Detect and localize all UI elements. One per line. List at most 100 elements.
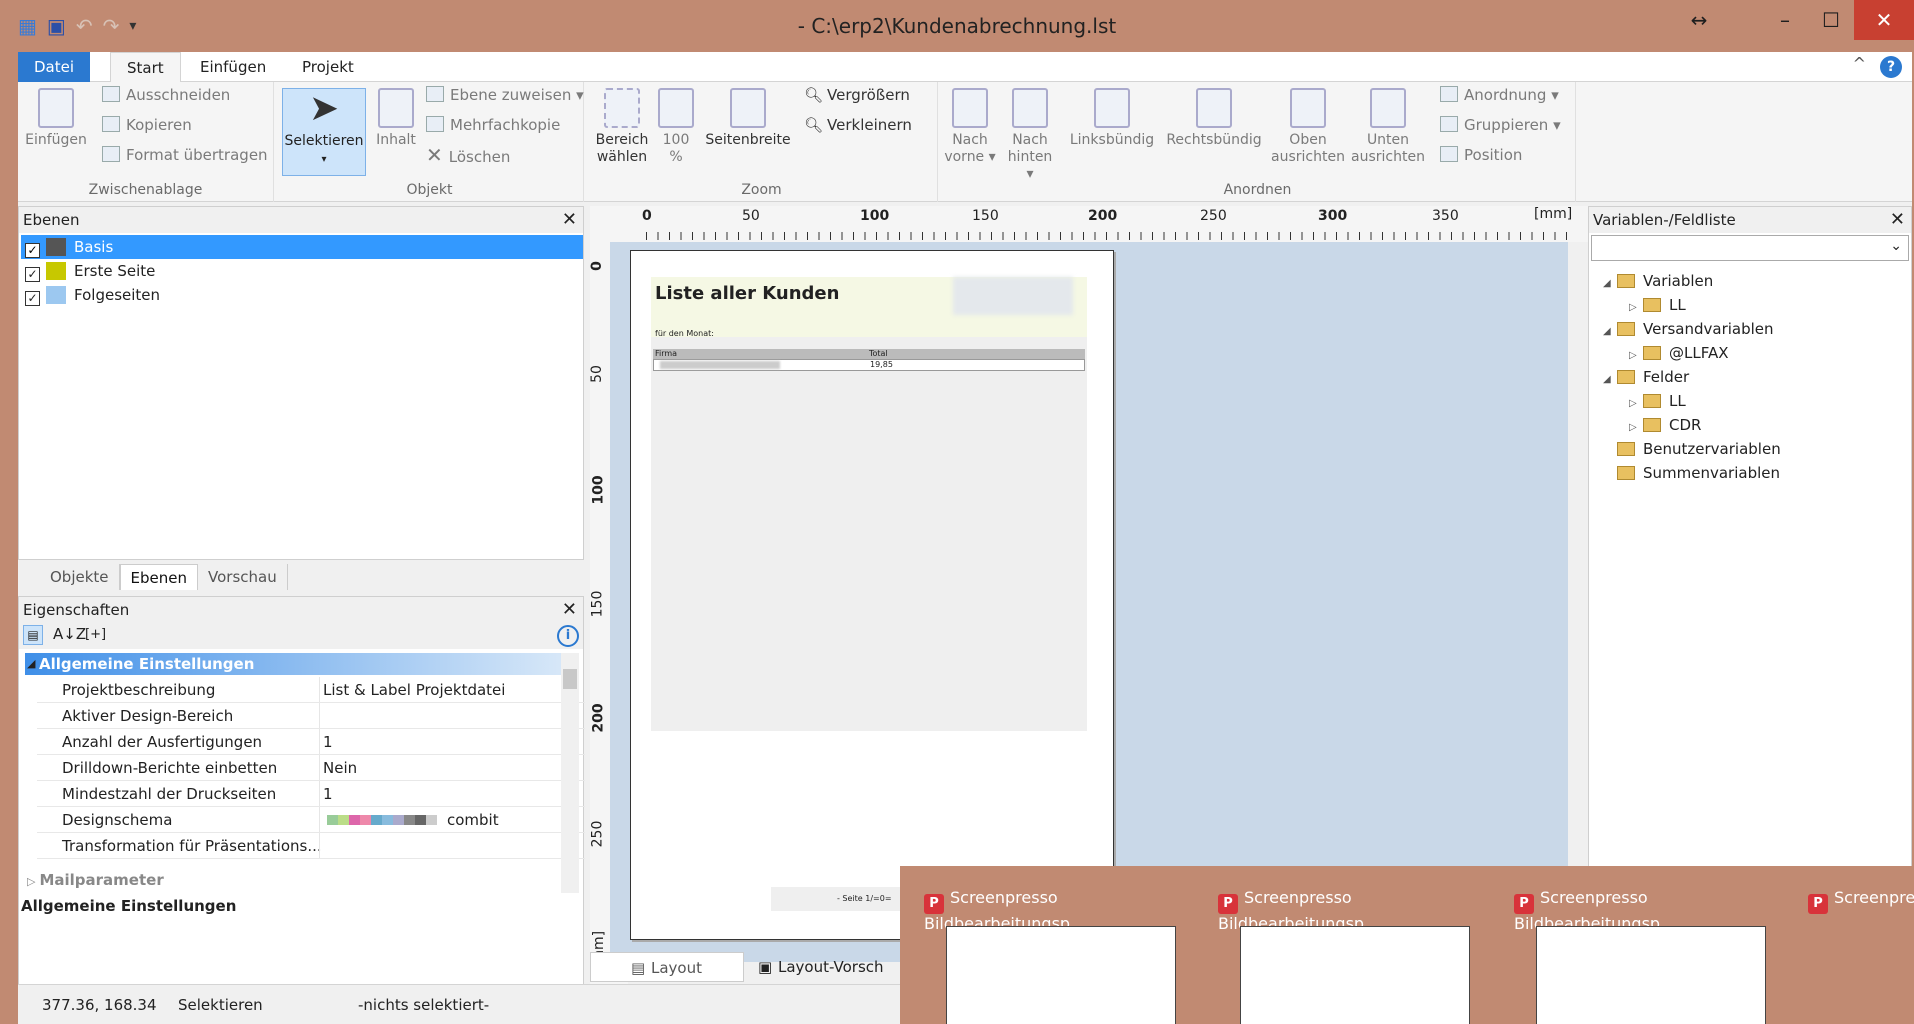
layer-item-erste-seite[interactable]: ✓ Erste Seite bbox=[21, 259, 583, 283]
position-button[interactable]: Position bbox=[1440, 142, 1522, 168]
zoom-100-button[interactable]: 100% bbox=[656, 88, 696, 166]
info-icon[interactable]: i bbox=[557, 625, 579, 647]
folder-icon bbox=[1643, 394, 1661, 408]
title-bar: ▦ ▣ ↶ ↷ ▾ - C:\erp2\Kundenabrechnung.lst… bbox=[0, 0, 1914, 52]
property-row[interactable]: Designschema combit bbox=[37, 807, 585, 833]
layer-color-swatch bbox=[46, 286, 66, 304]
close-panel-icon[interactable]: ✕ bbox=[1890, 207, 1905, 233]
layers-panel-header: Ebenen ✕ bbox=[19, 207, 583, 233]
tree-node[interactable]: Benutzervariablen bbox=[1603, 437, 1781, 461]
group-label-zoom: Zoom bbox=[741, 182, 782, 198]
report-page[interactable]: Liste aller Kunden für den Monat: Firma T… bbox=[630, 250, 1114, 940]
tree-node[interactable]: Summenvariablen bbox=[1603, 461, 1780, 485]
assign-layer-button[interactable]: Ebene zuweisen ▾ bbox=[426, 82, 584, 108]
tree-node[interactable]: ▷ LL bbox=[1629, 293, 1686, 317]
tab-objekte[interactable]: Objekte bbox=[40, 564, 120, 590]
taskbar-thumb[interactable]: P Screenpresso Bildbearbeitungsp... bbox=[1218, 888, 1498, 1024]
property-value: List & Label Projektdatei bbox=[323, 681, 506, 699]
checkbox[interactable]: ✓ bbox=[25, 267, 40, 282]
mailparameter-section[interactable]: ▷ Mailparameter bbox=[27, 871, 164, 889]
page-width-button[interactable]: Seitenbreite bbox=[700, 88, 796, 149]
position-icon bbox=[1440, 146, 1458, 162]
layer-color-swatch bbox=[46, 262, 66, 280]
paste-button[interactable]: Einfügen bbox=[24, 88, 88, 149]
status-mode: Selektieren bbox=[178, 996, 263, 1014]
select-area-button[interactable]: Bereich wählen bbox=[592, 88, 652, 166]
tab-einfuegen[interactable]: Einfügen bbox=[184, 52, 282, 82]
folder-icon bbox=[1617, 274, 1635, 288]
tree-node[interactable]: ▷ CDR bbox=[1629, 413, 1701, 437]
ruler-ticks bbox=[646, 232, 1576, 240]
taskbar-preview-popup: P Screenpresso Bildbearbeitungsp... P Scre… bbox=[900, 866, 1914, 1024]
align-left-button[interactable]: Linksbündig bbox=[1062, 88, 1162, 149]
tree-node[interactable]: ◢ Felder bbox=[1603, 365, 1689, 389]
format-painter-button[interactable]: Format übertragen bbox=[102, 142, 268, 168]
categorized-view-icon[interactable]: ▤ bbox=[23, 625, 43, 645]
layer-item-folgeseiten[interactable]: ✓ Folgeseiten bbox=[21, 283, 583, 307]
collapse-ribbon-icon[interactable]: ^ bbox=[1853, 54, 1866, 73]
thumbnail-image bbox=[946, 926, 1176, 1024]
send-backward-button[interactable]: Nach hinten ▾ bbox=[1002, 88, 1058, 183]
tree-node[interactable]: ◢ Variablen bbox=[1603, 269, 1713, 293]
horizontal-ruler: 0 50 100 150 200 250 300 350 [mm] bbox=[590, 206, 1588, 242]
minimize-button[interactable]: – bbox=[1762, 0, 1808, 40]
content-button[interactable]: Inhalt bbox=[372, 88, 420, 149]
checkbox[interactable]: ✓ bbox=[25, 291, 40, 306]
bring-forward-button[interactable]: Nach vorne ▾ bbox=[942, 88, 998, 166]
close-button[interactable]: ✕ bbox=[1854, 0, 1914, 40]
property-row[interactable]: Aktiver Design-Bereich bbox=[37, 703, 585, 729]
zoom-out-button[interactable]: 🔍︎ Verkleinern bbox=[804, 112, 912, 138]
expander-icon[interactable]: ◢ bbox=[1603, 320, 1617, 344]
delete-button[interactable]: ✕ Löschen bbox=[426, 142, 510, 168]
zoom-in-button[interactable]: 🔍︎ Vergrößern bbox=[804, 82, 910, 108]
close-panel-icon[interactable]: ✕ bbox=[562, 207, 577, 233]
tab-layout[interactable]: ▤ Layout bbox=[590, 952, 744, 982]
multi-copy-button[interactable]: Mehrfachkopie bbox=[426, 112, 560, 138]
tab-layout-preview[interactable]: ▣ Layout-Vorsch bbox=[744, 952, 894, 982]
table-header: Firma Total bbox=[653, 349, 1085, 359]
sort-alpha-icon[interactable]: A↓Z bbox=[53, 625, 86, 643]
group-zoom: Bereich wählen 100% Seitenbreite 🔍︎ Vergrö… bbox=[586, 82, 938, 202]
tree-node[interactable]: ▷ LL bbox=[1629, 389, 1686, 413]
align-top-button[interactable]: Oben ausrichten bbox=[1270, 88, 1346, 166]
tree-node[interactable]: ▷ @LLFAX bbox=[1629, 341, 1729, 365]
property-row[interactable]: Transformation für Präsentations... bbox=[37, 833, 585, 859]
variable-search-dropdown[interactable]: ⌄ bbox=[1591, 235, 1909, 261]
taskbar-thumb[interactable]: PScreenpres bbox=[1808, 888, 1914, 914]
properties-scrollbar[interactable] bbox=[561, 653, 579, 893]
help-icon[interactable]: ? bbox=[1880, 56, 1902, 78]
property-row[interactable]: Mindestzahl der Druckseiten 1 bbox=[37, 781, 585, 807]
taskbar-thumb[interactable]: P Screenpresso Bildbearbeitungsp... bbox=[924, 888, 1204, 1024]
property-value: 1 bbox=[323, 785, 333, 803]
property-row[interactable]: Anzahl der Ausfertigungen 1 bbox=[37, 729, 585, 755]
tab-ebenen[interactable]: Ebenen bbox=[119, 564, 199, 590]
arrangement-button[interactable]: Anordnung ▾ bbox=[1440, 82, 1559, 108]
close-panel-icon[interactable]: ✕ bbox=[562, 597, 577, 623]
layer-item-basis[interactable]: ✓ Basis bbox=[21, 235, 583, 259]
resize-arrows-icon[interactable]: ↔ bbox=[1676, 0, 1722, 40]
ruler-label: 250 bbox=[1200, 208, 1227, 224]
align-right-button[interactable]: Rechtsbündig bbox=[1162, 88, 1266, 149]
tab-datei[interactable]: Datei bbox=[18, 52, 91, 82]
section-header[interactable]: ◢ Allgemeine Einstellungen bbox=[25, 653, 565, 675]
tab-vorschau[interactable]: Vorschau bbox=[198, 564, 288, 590]
expand-all-icon[interactable]: [+] bbox=[85, 627, 106, 642]
select-button[interactable]: ➤ Selektieren ▾ bbox=[282, 88, 366, 176]
checkbox[interactable]: ✓ bbox=[25, 243, 40, 258]
property-row[interactable]: Projektbeschreibung List & Label Projektd… bbox=[37, 677, 585, 703]
tab-projekt[interactable]: Projekt bbox=[286, 52, 370, 82]
group-clipboard: Einfügen Ausschneiden Kopieren Format üb… bbox=[18, 82, 274, 202]
tree-node[interactable]: ◢ Versandvariablen bbox=[1603, 317, 1774, 341]
maximize-button[interactable]: ☐ bbox=[1808, 0, 1854, 40]
group-button[interactable]: Gruppieren ▾ bbox=[1440, 112, 1561, 138]
copy-button[interactable]: Kopieren bbox=[102, 112, 192, 138]
align-bottom-button[interactable]: Unten ausrichten bbox=[1350, 88, 1426, 166]
tab-start[interactable]: Start bbox=[110, 52, 181, 83]
multi-copy-icon bbox=[426, 116, 444, 132]
expander-icon[interactable]: ◢ bbox=[1603, 368, 1617, 392]
property-row[interactable]: Drilldown-Berichte einbetten Nein bbox=[37, 755, 585, 781]
cut-button[interactable]: Ausschneiden bbox=[102, 82, 230, 108]
taskbar-thumb[interactable]: P Screenpresso Bildbearbeitungsp... bbox=[1514, 888, 1794, 1024]
window-title: - C:\erp2\Kundenabrechnung.lst bbox=[797, 14, 1117, 38]
expander-icon[interactable]: ◢ bbox=[1603, 272, 1617, 296]
